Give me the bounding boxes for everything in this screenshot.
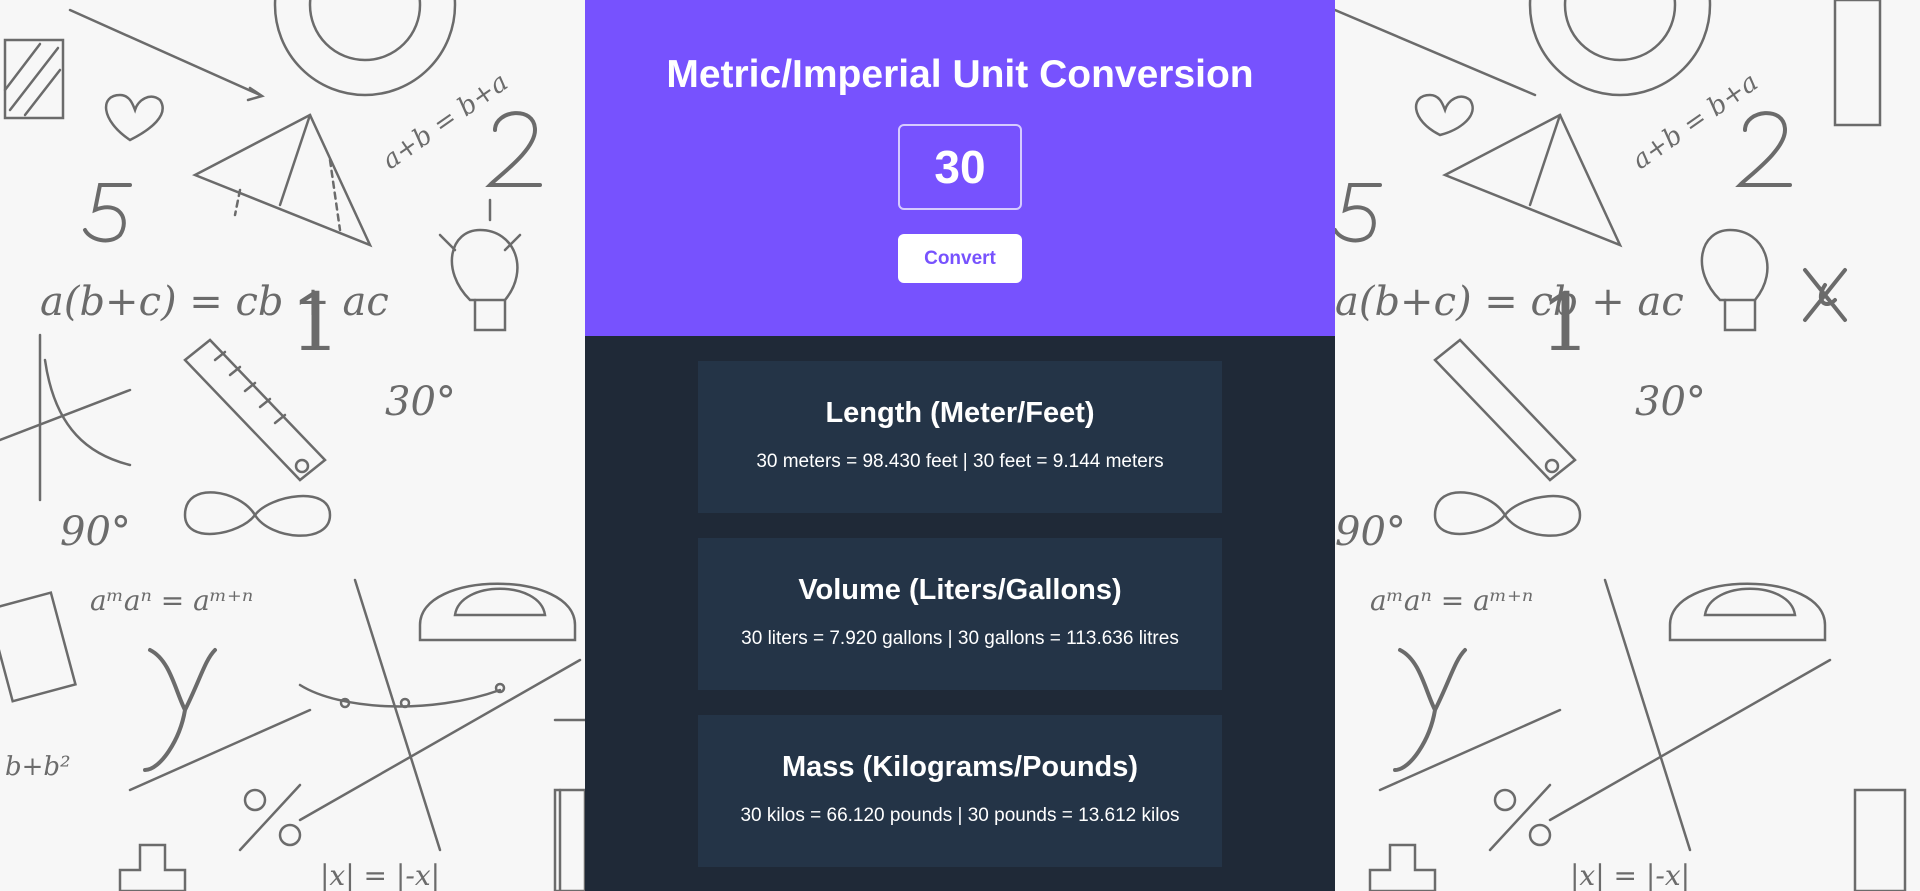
svg-text:30°: 30°	[385, 379, 456, 425]
svg-text:1: 1	[1540, 276, 1591, 369]
svg-text:90°: 90°	[1335, 509, 1406, 555]
results-list: Length (Meter/Feet) 30 meters = 98.430 f…	[585, 336, 1335, 891]
svg-text:30°: 30°	[1635, 379, 1706, 425]
svg-text:a+b = b+a: a+b = b+a	[377, 67, 514, 175]
result-text: 30 meters = 98.430 feet | 30 feet = 9.14…	[756, 451, 1164, 472]
svg-text:90°: 90°	[60, 509, 131, 555]
math-doodle-background-left: a(b+c) = cb + ac a+b = b+a 30° 90° aᵐaⁿ …	[0, 0, 585, 891]
result-text: 30 liters = 7.920 gallons | 30 gallons =…	[741, 628, 1179, 649]
svg-text:a(b+c) = cb + ac: a(b+c) = cb + ac	[1335, 279, 1684, 325]
page-title: Metric/Imperial Unit Conversion	[666, 53, 1254, 96]
volume-result-card: Volume (Liters/Gallons) 30 liters = 7.92…	[698, 538, 1222, 690]
result-heading: Volume (Liters/Gallons)	[798, 574, 1122, 606]
converter-header: Metric/Imperial Unit Conversion Convert	[585, 0, 1335, 336]
result-heading: Mass (Kilograms/Pounds)	[781, 751, 1139, 783]
svg-text:aᵐaⁿ = aᵐ⁺ⁿ: aᵐaⁿ = aᵐ⁺ⁿ	[90, 584, 253, 617]
svg-text:|x| = |-x|: |x| = |-x|	[320, 859, 440, 891]
svg-text:1: 1	[290, 276, 341, 369]
svg-text:a+b = b+a: a+b = b+a	[1627, 67, 1764, 175]
number-input[interactable]	[898, 124, 1022, 210]
mass-result-card: Mass (Kilograms/Pounds) 30 kilos = 66.12…	[698, 715, 1222, 867]
result-heading: Length (Meter/Feet)	[825, 397, 1095, 429]
svg-text:aᵐaⁿ = aᵐ⁺ⁿ: aᵐaⁿ = aᵐ⁺ⁿ	[1370, 584, 1533, 617]
math-doodle-background-right: a(b+c) = cb + ac a+b = b+a 30° 90° aᵐaⁿ …	[1335, 0, 1920, 891]
converter-app: Metric/Imperial Unit Conversion Convert …	[585, 0, 1335, 891]
convert-button[interactable]: Convert	[898, 234, 1022, 283]
result-text: 30 kilos = 66.120 pounds | 30 pounds = 1…	[740, 805, 1180, 826]
svg-text:|x| = |-x|: |x| = |-x|	[1570, 859, 1690, 891]
svg-text:b+b²: b+b²	[5, 752, 71, 782]
length-result-card: Length (Meter/Feet) 30 meters = 98.430 f…	[698, 361, 1222, 513]
